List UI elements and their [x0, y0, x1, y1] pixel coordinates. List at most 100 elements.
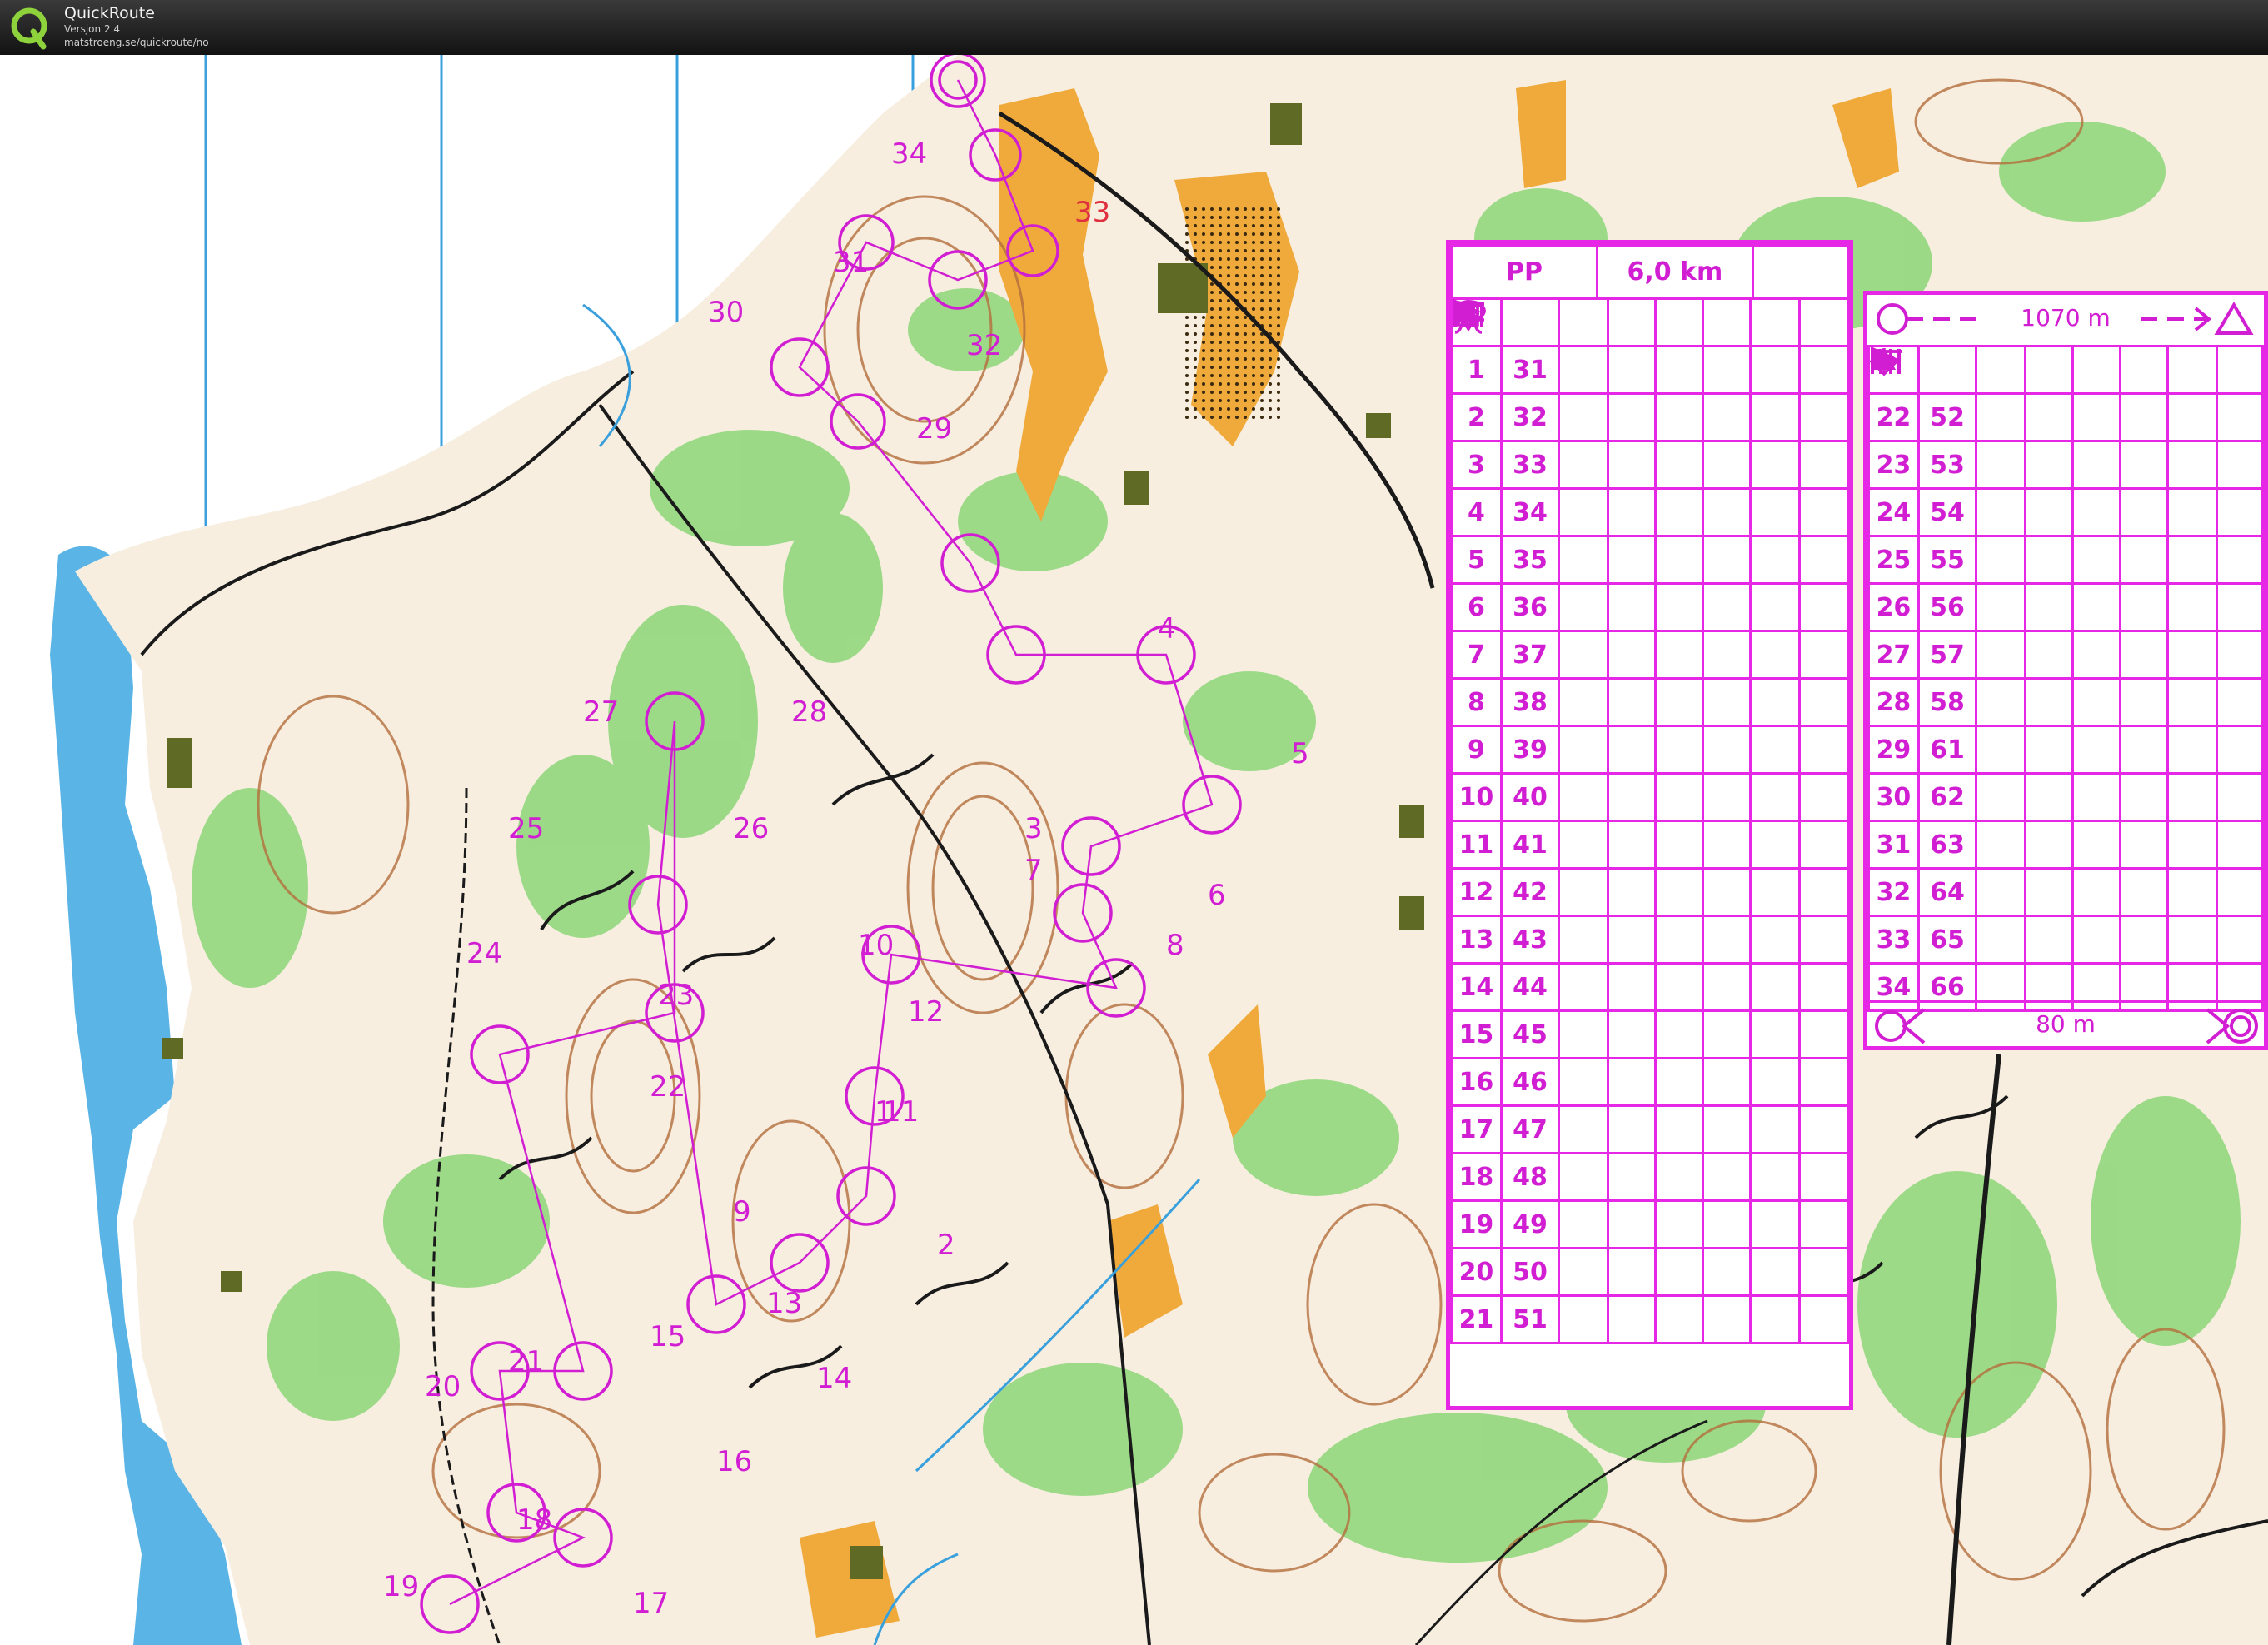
control-code: 45: [1499, 1009, 1561, 1059]
control-sequence-number: 5: [1450, 535, 1503, 585]
column-h-empty: [1797, 440, 1850, 490]
control-code: 40: [1499, 772, 1561, 822]
dot-icon: [1453, 301, 1657, 585]
arrow-sw-icon: [1453, 301, 1609, 442]
control-sequence-number: 22: [1867, 392, 1920, 442]
column-f: [2118, 915, 2169, 965]
wall-icon: [1871, 349, 2074, 442]
control-code: 52: [1917, 392, 1978, 442]
map-control-number: 9: [733, 1195, 751, 1229]
point-between-icon: [1453, 301, 1850, 537]
column-e-empty: [2071, 630, 2121, 680]
control-row: 11 41: [1450, 300, 1850, 870]
column-f: [2118, 772, 2169, 822]
control-code: 50: [1499, 1247, 1561, 1297]
column-g: [2166, 677, 2218, 727]
control-row: 29 61: [1867, 347, 2265, 775]
ruin-icon: [1870, 348, 2026, 870]
column-f: [2118, 820, 2169, 870]
app-url[interactable]: matstroeng.se/quickroute/no: [64, 37, 209, 48]
control-code: 58: [1917, 677, 1978, 727]
map-control-number: 2: [937, 1229, 955, 1262]
control-code: 56: [1917, 582, 1978, 632]
column-g: [2166, 915, 2218, 965]
control-row: 8 38: [1450, 300, 1850, 727]
ruin-icon: [1453, 301, 1609, 395]
map-control-number: 3: [1024, 812, 1043, 845]
control-code: 51: [1499, 1294, 1561, 1344]
ruin-icon: [1870, 348, 2026, 917]
column-g: [1749, 677, 1801, 727]
control-row: 3 33: [1450, 301, 1850, 490]
logo-letter: Q: [29, 31, 30, 32]
column-e-empty: [2071, 440, 2121, 490]
column-e-empty: [1654, 630, 1705, 680]
column-f: [1702, 1199, 1752, 1249]
column-h-empty: [2215, 725, 2265, 775]
arrow-w-icon: [1869, 352, 2026, 632]
control-row: 18 48: [1450, 300, 1850, 1202]
triangle-icon: [1453, 300, 1657, 1249]
quickroute-logo-icon: Q: [11, 7, 47, 50]
control-row: 28 58: [1867, 348, 2265, 727]
control-code: 44: [1499, 962, 1561, 1012]
column-e-empty: [2071, 772, 2121, 822]
control-code: 47: [1499, 1104, 1561, 1154]
control-sequence-number: 16: [1450, 1057, 1503, 1107]
column-e-empty: [1654, 392, 1705, 442]
arrow-se-icon: [1453, 301, 1609, 1154]
ruin-icon: [1453, 301, 1609, 775]
map-control-number: 14: [816, 1362, 852, 1395]
wall-icon: [1453, 302, 1657, 490]
column-f: [1702, 867, 1752, 917]
column-h-empty: [1797, 1199, 1850, 1249]
column-g: [1749, 582, 1801, 632]
column-e-empty: [2071, 582, 2121, 632]
column-g: [2166, 582, 2218, 632]
orienteering-map-canvas[interactable]: 34 31 30 33 32 29 28 27 26 25 24 23 22 2…: [0, 55, 2268, 1645]
control-code: 46: [1499, 1057, 1561, 1107]
taped-route-row: 1070 m: [1867, 295, 2264, 347]
control-row: 21 51: [1450, 301, 1850, 1344]
ruin-icon: [1453, 301, 1609, 490]
ruin-icon: [1870, 348, 2026, 680]
control-sequence-number: 26: [1867, 582, 1920, 632]
control-sequence-number: 33: [1867, 915, 1920, 965]
control-code: 48: [1499, 1152, 1561, 1202]
map-control-number: 25: [508, 812, 544, 845]
triangle-icon: [1453, 300, 1657, 870]
arrow-n-icon: [1458, 299, 1609, 680]
control-sequence-number: 7: [1450, 630, 1503, 680]
column-e-empty: [1654, 677, 1705, 727]
map-control-number: 18: [516, 1503, 552, 1537]
column-e-empty: [2071, 820, 2121, 870]
column-e-empty: [1654, 962, 1705, 1012]
column-g: [2166, 630, 2218, 680]
column-c-empty: [1558, 1199, 1609, 1249]
column-e-empty: [1654, 772, 1705, 822]
control-code: 35: [1499, 535, 1561, 585]
column-e-empty: [2071, 535, 2121, 585]
map-control-number: 12: [908, 995, 944, 1029]
column-g: [1749, 630, 1801, 680]
dot-icon: [1453, 301, 1657, 1107]
column-f: [2118, 392, 2169, 442]
control-row: 6 36: [1450, 301, 1850, 632]
dot-icon: [1453, 301, 1657, 632]
header-blank: [1751, 244, 1850, 300]
column-e-empty: [1654, 345, 1705, 395]
map-control-number: 33: [1074, 196, 1110, 229]
column-f: [2118, 535, 2169, 585]
control-sequence-number: 20: [1450, 1247, 1503, 1297]
control-sequence-number: 4: [1450, 487, 1503, 537]
control-sequence-number: 15: [1450, 1009, 1503, 1059]
control-sequence-number: 9: [1450, 725, 1503, 775]
column-e-empty: [1654, 582, 1705, 632]
title-bar[interactable]: Q QuickRoute Versjon 2.4 matstroeng.se/q…: [0, 0, 2268, 55]
column-h-empty: [1797, 867, 1850, 917]
knoll-icon: [1454, 300, 1657, 1202]
control-row: 14 44: [1450, 299, 1850, 1012]
column-g: [2166, 820, 2218, 870]
dot-icon: [1871, 348, 2074, 537]
ruin-icon: [1453, 301, 1609, 632]
